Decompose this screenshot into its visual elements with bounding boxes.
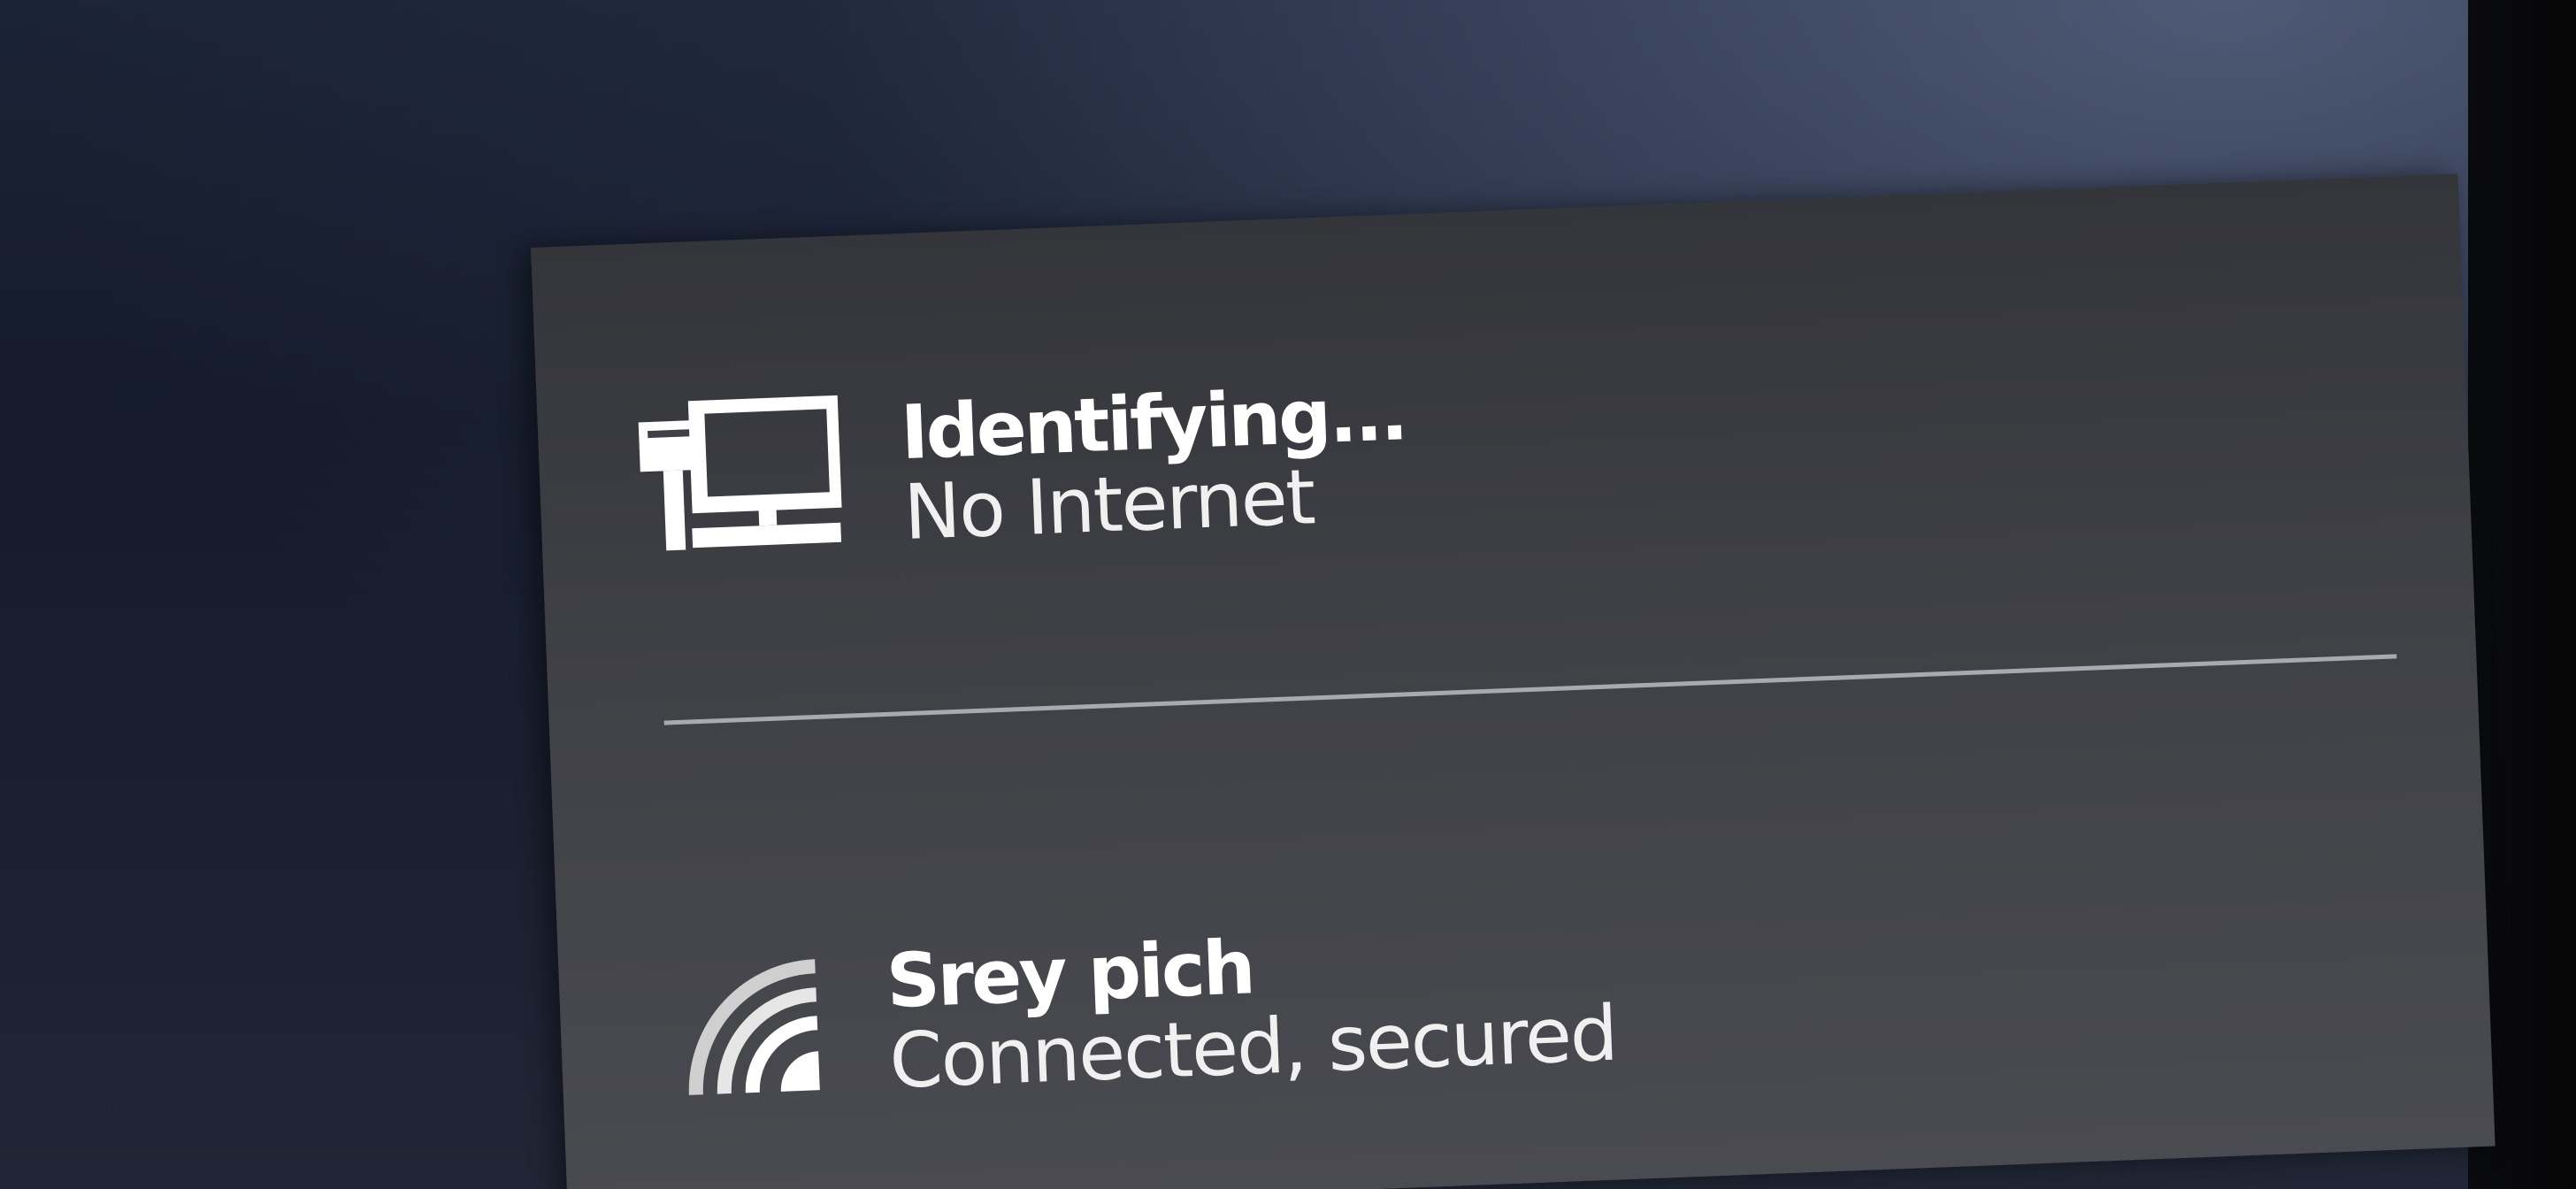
network-flyout-panel: Identifying... No Internet Srey pich Con… xyxy=(531,173,2496,1189)
wifi-signal-icon xyxy=(673,948,830,1108)
photo-scene: Identifying... No Internet Srey pich Con… xyxy=(0,0,2576,1189)
ethernet-monitor-icon xyxy=(634,392,847,566)
divider xyxy=(663,654,2397,725)
network-status: No Internet xyxy=(901,453,1316,557)
network-item-ethernet[interactable]: Identifying... No Internet xyxy=(634,370,1410,566)
network-item-wifi[interactable]: Srey pich Connected, secured xyxy=(673,915,1618,1112)
